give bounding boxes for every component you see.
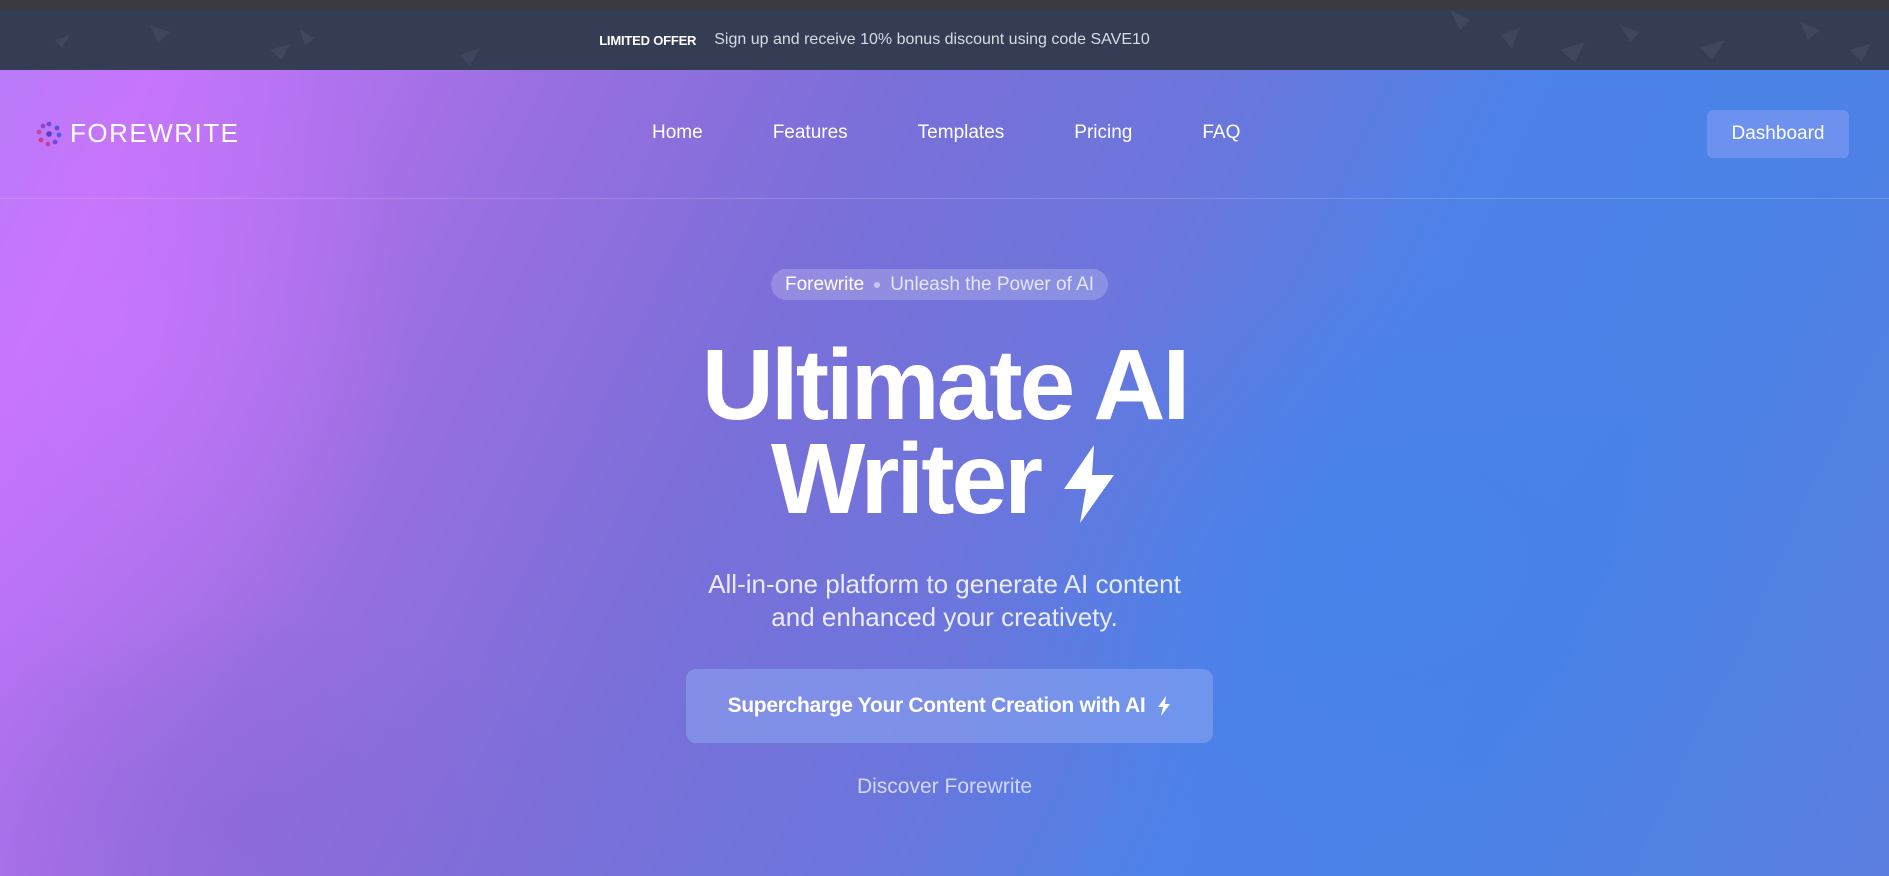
discover-link[interactable]: Discover Forewrite [0,775,1889,799]
logo[interactable]: FOREWRITE [36,118,240,149]
promo-banner: LIMITED OFFER Sign up and receive 10% bo… [0,10,1889,70]
top-strip [0,0,1889,10]
cta-button[interactable]: Supercharge Your Content Creation with A… [686,669,1213,743]
lightning-bolt-small-icon [1158,696,1171,716]
limited-offer-badge: LIMITED OFFER [599,32,697,48]
hero-subtitle-line2: and enhanced your creativety. [771,602,1118,632]
hero-tagline-pill: Forewrite Unleash the Power of AI [771,269,1109,300]
dashboard-button[interactable]: Dashboard [1707,110,1849,158]
nav-link-pricing[interactable]: Pricing [1074,122,1132,144]
pill-tagline: Unleash the Power of AI [890,273,1095,295]
hero-title-line2: Writer [770,423,1043,535]
nav-link-faq[interactable]: FAQ [1202,122,1240,144]
logo-text: FOREWRITE [70,118,240,148]
pill-separator-dot [874,281,881,288]
navbar: FOREWRITE Home Features Templates Pricin… [0,70,1889,199]
hero-title: Ultimate AI Writer [0,329,1889,535]
hero-subtitle-line1: All-in-one platform to generate AI conte… [708,569,1181,599]
lightning-bolt-icon [1064,445,1115,523]
nav-links: Home Features Templates Pricing FAQ [652,122,1240,144]
hero-title-line1: Ultimate AI [701,329,1191,441]
cta-label: Supercharge Your Content Creation with A… [727,694,1146,717]
pill-brand: Forewrite [785,273,865,295]
hero-title-line2-wrap: Writer [770,423,1118,535]
promo-text: Sign up and receive 10% bonus discount u… [714,31,1150,48]
nav-link-templates[interactable]: Templates [918,122,1005,144]
nav-link-features[interactable]: Features [773,122,848,144]
hero-subtitle: All-in-one platform to generate AI conte… [0,568,1889,634]
nav-link-home[interactable]: Home [652,122,703,144]
logo-dots-icon [36,121,62,146]
